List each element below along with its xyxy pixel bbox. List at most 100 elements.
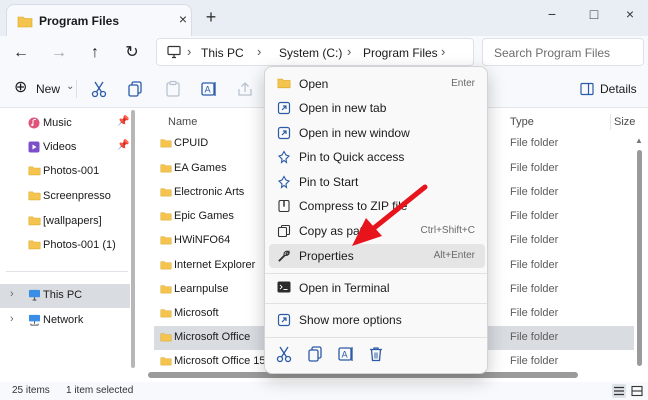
open-folder-icon [277, 78, 291, 89]
menu-item-label: Copy as path [299, 224, 370, 238]
sidebar-item-this-pc[interactable]: › This PC [0, 284, 130, 308]
copy-icon[interactable] [126, 80, 144, 98]
menu-item-properties[interactable]: Properties Alt+Enter [269, 244, 485, 268]
title-bar: Program Files × + − □ × [0, 0, 648, 36]
refresh-button[interactable]: ↻ [121, 42, 143, 64]
chevron-right-icon[interactable]: › [10, 313, 14, 325]
file-name: Epic Games [174, 210, 234, 222]
menu-item-pin-quick-access[interactable]: Pin to Quick access [269, 145, 485, 169]
folder-icon [160, 309, 172, 318]
menu-item-show-more-options[interactable]: Show more options [269, 308, 485, 332]
cut-icon[interactable] [275, 345, 293, 363]
column-header-size[interactable]: Size [614, 116, 635, 128]
pc-icon [28, 289, 41, 301]
breadcrumb-system-c[interactable]: System (C:) [279, 46, 342, 60]
sidebar-item-label: Music [43, 117, 72, 129]
file-name: Microsoft [174, 307, 219, 319]
tiles-view-icon[interactable] [630, 384, 644, 398]
tab-close-button[interactable]: × [175, 11, 191, 27]
folder-icon [28, 166, 41, 176]
file-name: Microsoft Office 15 [174, 355, 266, 367]
folder-icon [160, 212, 172, 221]
copy-icon[interactable] [306, 345, 324, 363]
menu-divider [265, 337, 487, 338]
rename-icon[interactable]: A [337, 345, 355, 363]
copy-path-icon [277, 224, 291, 238]
breadcrumb-program-files[interactable]: Program Files [363, 46, 438, 60]
share-icon[interactable] [236, 80, 254, 98]
menu-item-label: Pin to Start [299, 175, 359, 189]
menu-item-shortcut: Enter [451, 78, 475, 89]
sidebar-item-label: Photos-001 [43, 165, 100, 177]
file-type: File folder [510, 259, 559, 271]
up-button[interactable]: ↑ [84, 42, 106, 64]
sidebar-item-photos-001-1[interactable]: Photos-001 (1) [0, 234, 130, 258]
menu-divider [265, 303, 487, 304]
navigation-pane: Music 📌 Videos 📌 Photos-001 Screenpresso… [0, 108, 140, 382]
zip-icon [278, 199, 290, 213]
file-name: EA Games [174, 162, 227, 174]
sidebar-scrollbar[interactable] [131, 110, 135, 368]
details-view-icon[interactable] [612, 384, 626, 398]
delete-icon[interactable] [367, 345, 385, 363]
chevron-down-icon: ⌄ [66, 81, 75, 92]
search-placeholder: Search Program Files [494, 46, 611, 60]
menu-item-label: Show more options [299, 313, 402, 327]
file-name: HWiNFO64 [174, 234, 231, 246]
search-input[interactable]: Search Program Files [482, 38, 644, 66]
maximize-button[interactable]: □ [584, 6, 604, 22]
folder-icon [17, 16, 33, 28]
paste-icon[interactable] [164, 80, 182, 98]
menu-item-pin-start[interactable]: Pin to Start [269, 170, 485, 194]
menu-item-open-new-window[interactable]: Open in new window [269, 121, 485, 145]
minimize-button[interactable]: − [542, 6, 562, 22]
vertical-scrollbar[interactable] [637, 150, 642, 366]
menu-item-compress-zip[interactable]: Compress to ZIP file [269, 194, 485, 218]
chevron-right-icon[interactable]: › [10, 288, 14, 300]
address-bar[interactable]: › This PC › System (C:) › Program Files … [156, 38, 474, 66]
file-name: CPUID [174, 137, 209, 149]
details-pane-icon [580, 82, 594, 96]
back-button[interactable]: ← [10, 42, 32, 64]
menu-item-open-new-tab[interactable]: Open in new tab [269, 96, 485, 120]
sidebar-item-wallpapers[interactable]: [wallpapers] [0, 210, 130, 234]
column-header-name[interactable]: Name [168, 116, 197, 128]
sidebar-item-label: Screenpresso [43, 190, 111, 202]
sidebar-item-photos-001[interactable]: Photos-001 [0, 160, 130, 184]
new-tab-button[interactable]: + [202, 8, 220, 26]
pin-icon [277, 150, 291, 164]
file-type: File folder [510, 283, 559, 295]
menu-item-copy-as-path[interactable]: Copy as path Ctrl+Shift+C [269, 219, 485, 243]
breadcrumb-this-pc[interactable]: This PC [201, 46, 244, 60]
column-divider[interactable] [610, 114, 611, 130]
folder-icon [160, 285, 172, 294]
menu-item-label: Open [299, 77, 329, 91]
selection-count: 1 item selected [66, 385, 134, 396]
column-header-type[interactable]: Type [510, 116, 534, 128]
sidebar-item-videos[interactable]: Videos 📌 [0, 136, 130, 160]
svg-text:A: A [205, 86, 212, 96]
folder-icon [160, 164, 172, 173]
menu-item-open-terminal[interactable]: Open in Terminal [269, 276, 485, 300]
sidebar-item-music[interactable]: Music 📌 [0, 112, 130, 136]
rename-icon[interactable]: A [200, 80, 218, 98]
file-type: File folder [510, 355, 559, 367]
tab-program-files[interactable]: Program Files × [6, 4, 192, 36]
breadcrumb-separator: › [347, 44, 352, 59]
forward-button[interactable]: → [48, 42, 70, 64]
sidebar-item-screenpresso[interactable]: Screenpresso [0, 185, 130, 209]
close-window-button[interactable]: × [620, 6, 640, 22]
sidebar-item-network[interactable]: › Network [0, 309, 130, 333]
menu-item-open[interactable]: Open Enter [269, 72, 485, 96]
file-type: File folder [510, 186, 559, 198]
scroll-up-arrow-icon[interactable]: ▲ [635, 136, 643, 145]
cut-icon[interactable] [90, 80, 108, 98]
details-label: Details [600, 82, 637, 96]
sidebar-item-label: Network [43, 314, 84, 326]
videos-icon [28, 141, 40, 153]
network-icon [28, 314, 41, 326]
menu-item-label: Properties [299, 249, 354, 263]
menu-item-label: Open in new tab [299, 101, 387, 115]
new-window-icon [277, 126, 291, 140]
status-bar: 25 items 1 item selected [0, 382, 648, 400]
